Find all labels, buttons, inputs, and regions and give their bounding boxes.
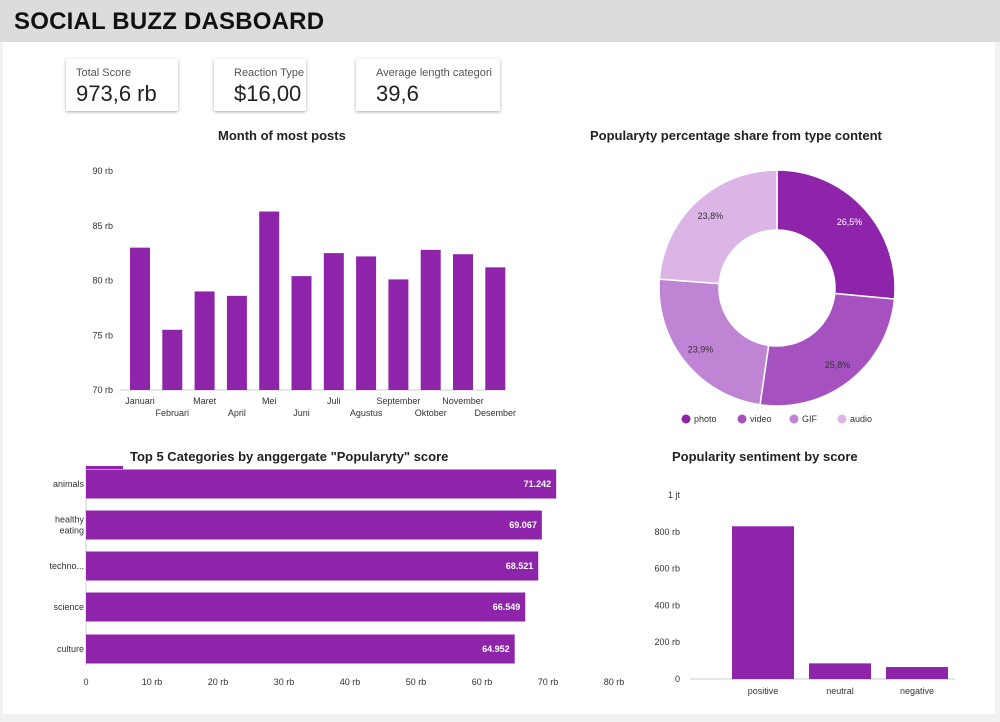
sentiment-score-chart[interactable]: 0 200 rb 400 rb 600 rb 800 rb 1 jt positive neu… [0, 0, 1000, 722]
x-tick-label: negative [900, 686, 934, 696]
y-tick-label: 400 rb [654, 600, 680, 610]
y-tick-label: 0 [675, 674, 680, 684]
x-tick-label: positive [748, 686, 779, 696]
y-tick-label: 600 rb [654, 564, 680, 574]
y-tick-label: 200 rb [654, 637, 680, 647]
bar-neutral [809, 663, 871, 679]
y-tick-label: 1 jt [668, 490, 681, 500]
y-tick-label: 800 rb [654, 527, 680, 537]
x-tick-label: neutral [826, 686, 854, 696]
bar-positive [732, 526, 794, 679]
bar-negative [886, 667, 948, 679]
